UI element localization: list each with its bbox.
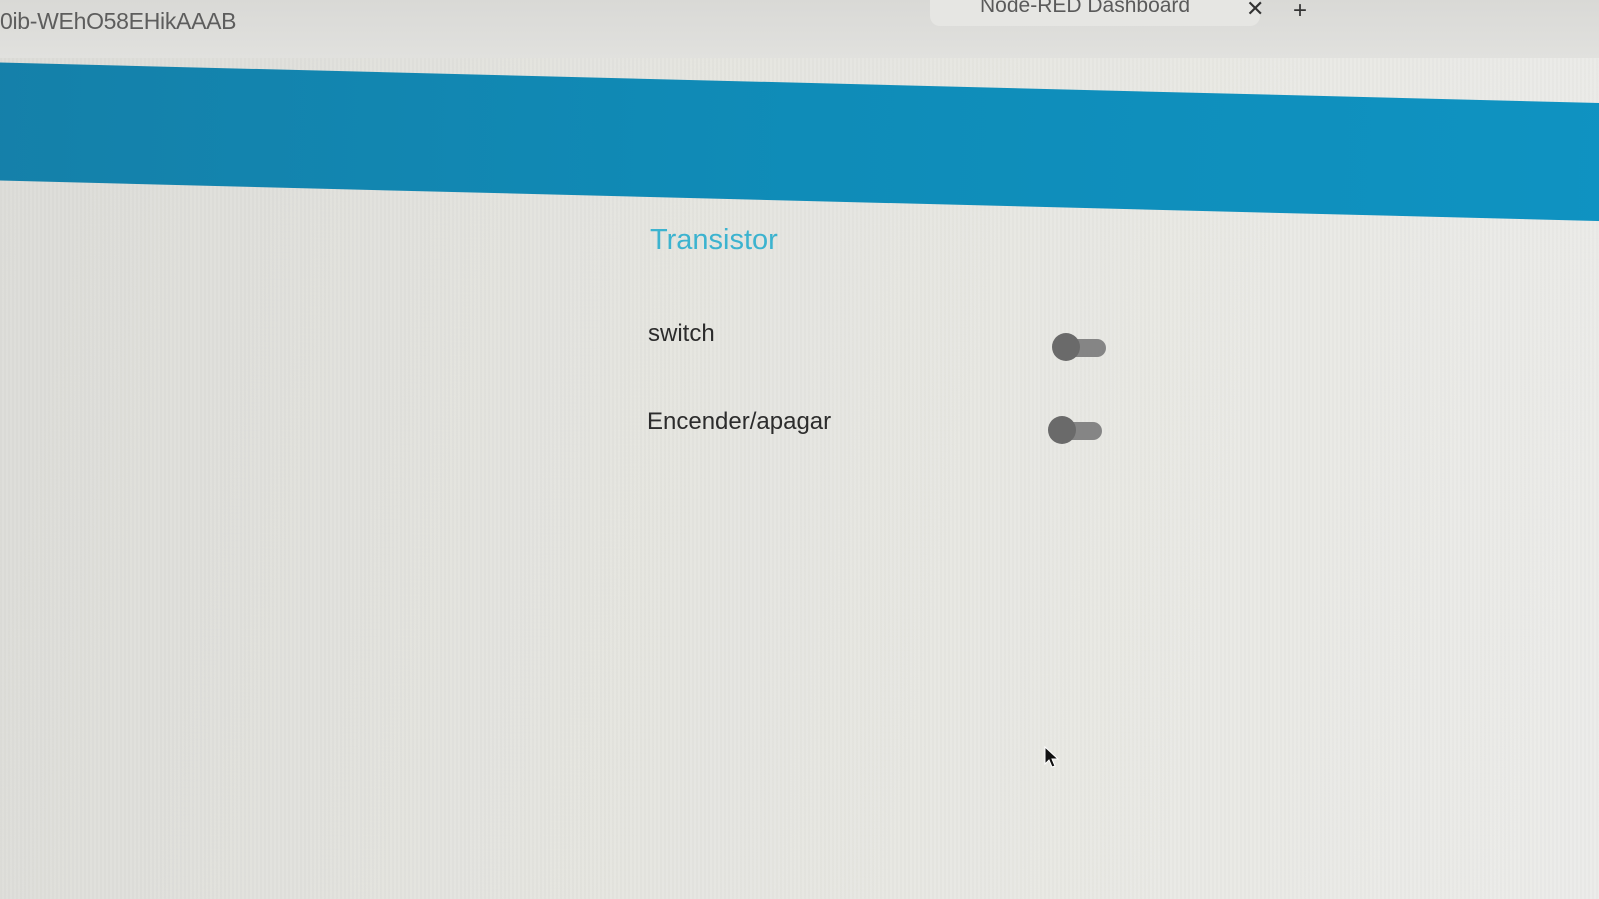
mouse-cursor-icon bbox=[1044, 746, 1060, 768]
group-title: Transistor bbox=[650, 224, 778, 256]
toggle-knob bbox=[1052, 333, 1080, 361]
switch-label: switch bbox=[648, 320, 715, 347]
dashboard-content: Transistor switch Encender/apagar bbox=[0, 0, 1599, 899]
encender-apagar-toggle[interactable] bbox=[1048, 416, 1102, 444]
switch-toggle[interactable] bbox=[1052, 333, 1106, 361]
toggle-knob bbox=[1048, 416, 1076, 444]
encender-apagar-label: Encender/apagar bbox=[647, 408, 832, 435]
